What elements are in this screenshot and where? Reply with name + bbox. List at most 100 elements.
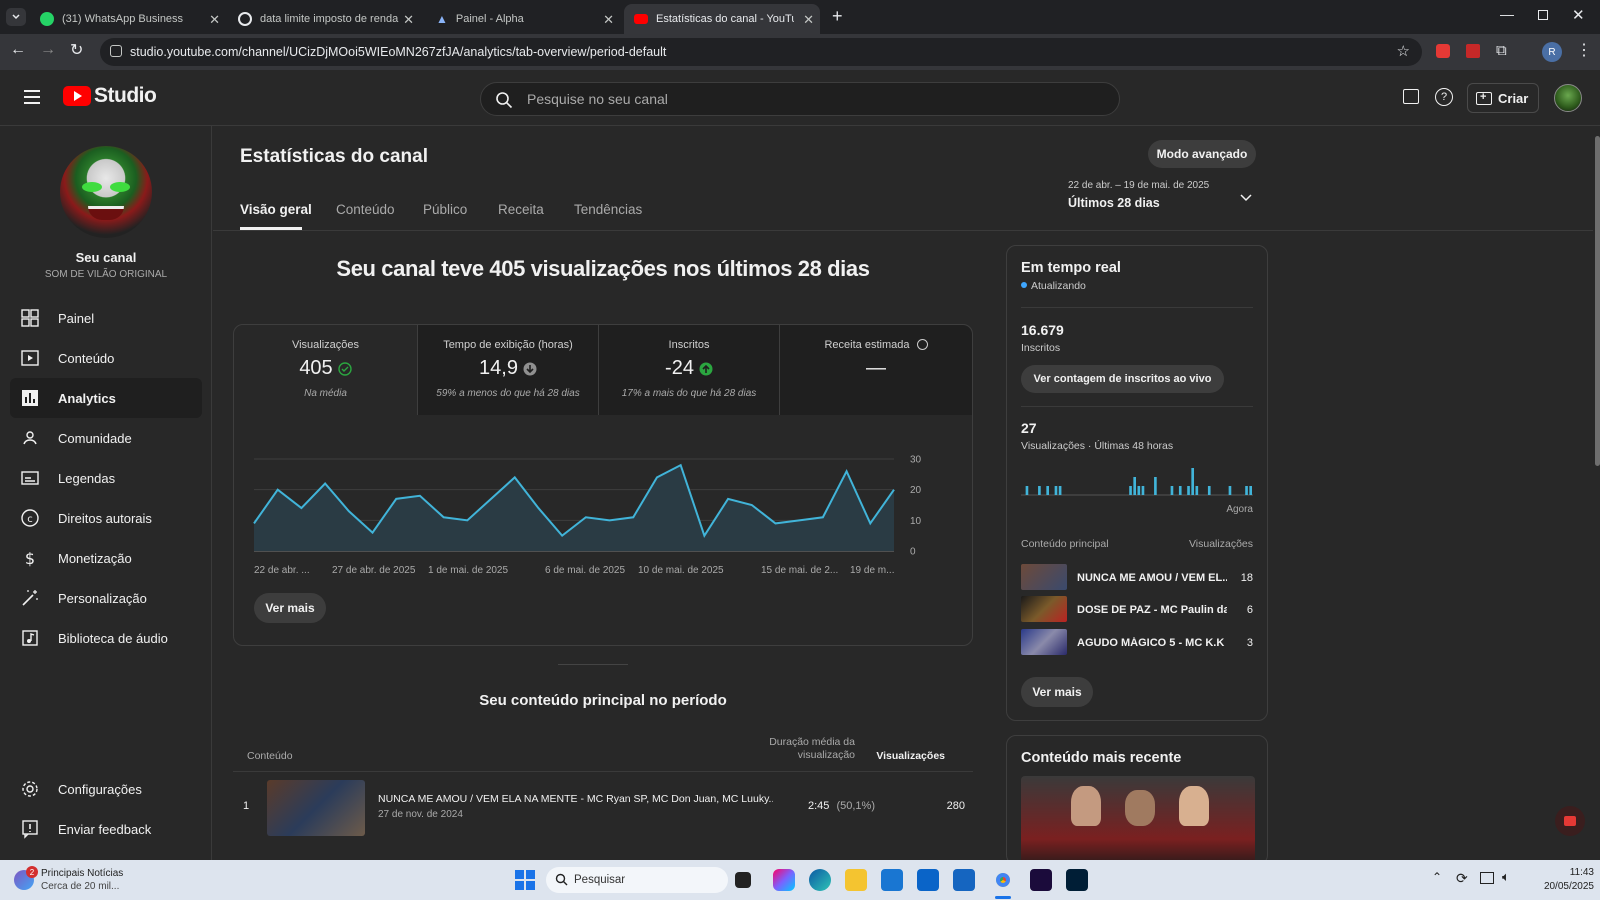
advanced-mode-button[interactable]: Modo avançado: [1148, 140, 1256, 168]
sidebar-item-monetizacao[interactable]: $ Monetização: [10, 538, 202, 578]
sidebar-item-biblioteca-de-audio[interactable]: Biblioteca de áudio: [10, 618, 202, 658]
tab-search-icon[interactable]: [6, 8, 26, 26]
help-icon[interactable]: ?: [1435, 88, 1453, 106]
create-label: Criar: [1498, 90, 1529, 106]
tab-tendencias[interactable]: Tendências: [574, 202, 642, 217]
arrow-up-circle-icon: [699, 362, 713, 375]
extension-flag-icon[interactable]: [1466, 44, 1480, 58]
back-icon[interactable]: ←: [10, 41, 26, 59]
notification-fab-icon[interactable]: [1555, 806, 1585, 836]
clock-info-icon[interactable]: [916, 339, 928, 350]
channel-avatar[interactable]: [60, 146, 152, 238]
live-subscriber-count-button[interactable]: Ver contagem de inscritos ao vivo: [1021, 365, 1224, 393]
restore-icon[interactable]: [1538, 10, 1548, 20]
account-avatar[interactable]: [1554, 84, 1582, 112]
studio-logo-text[interactable]: Studio: [94, 84, 157, 108]
minimize-icon[interactable]: —: [1500, 6, 1514, 22]
metric-watch-time[interactable]: Tempo de exibição (horas) 14,9 59% a men…: [417, 325, 598, 415]
browser-tab[interactable]: (31) WhatsApp Business ✕: [30, 4, 226, 34]
close-icon[interactable]: ✕: [603, 12, 614, 28]
see-more-button[interactable]: Ver mais: [254, 593, 326, 623]
browser-tab-active[interactable]: Estatísticas do canal - YouTube ✕: [624, 4, 820, 34]
page-scrollbar[interactable]: [1595, 136, 1600, 466]
sidebar-item-conteudo[interactable]: Conteúdo: [10, 338, 202, 378]
comments-icon[interactable]: [1403, 89, 1419, 104]
tab-conteudo[interactable]: Conteúdo: [336, 202, 395, 217]
sidebar-item-comunidade[interactable]: Comunidade: [10, 418, 202, 458]
chrome-icon[interactable]: [992, 869, 1014, 891]
metric-label: Tempo de exibição (horas): [443, 339, 573, 351]
new-tab-icon[interactable]: +: [832, 6, 843, 27]
app-icon[interactable]: [953, 869, 975, 891]
sidebar-item-legendas[interactable]: Legendas: [10, 458, 202, 498]
table-header-views[interactable]: Visualizações: [863, 750, 945, 762]
sync-icon[interactable]: ⟳: [1456, 870, 1468, 887]
item-views: 18: [1240, 572, 1253, 584]
create-button[interactable]: + Criar: [1467, 83, 1539, 113]
row-title[interactable]: NUNCA ME AMOU / VEM ELA NA MENTE - MC Ry…: [378, 793, 773, 805]
reload-icon[interactable]: ↻: [70, 40, 83, 60]
store-icon[interactable]: [881, 869, 903, 891]
menu-icon[interactable]: [24, 90, 40, 104]
sidebar-item-personalizacao[interactable]: Personalização: [10, 578, 202, 618]
realtime-see-more-button[interactable]: Ver mais: [1021, 677, 1093, 707]
views-chart[interactable]: 30 20 10 0 22 de abr. ... 27 de abr. de 2025 1…: [234, 425, 972, 585]
video-thumbnail: [1021, 629, 1067, 655]
sidebar-item-configuracoes[interactable]: Configurações: [10, 769, 202, 809]
browser-menu-icon[interactable]: ⋮: [1576, 40, 1592, 60]
youtube-logo-icon[interactable]: [63, 86, 91, 106]
realtime-bar-chart[interactable]: [1021, 462, 1253, 496]
date-range-selector[interactable]: 22 de abr. – 19 de mai. de 2025 Últimos …: [1068, 180, 1258, 214]
sidebar-item-direitos-autorais[interactable]: c Direitos autorais: [10, 498, 202, 538]
realtime-content-item[interactable]: NUNCA ME AMOU / VEM EL... 18: [1021, 564, 1253, 592]
tab-receita[interactable]: Receita: [498, 202, 544, 217]
realtime-content-item[interactable]: AGUDO MÁGICO 5 - MC K.K 3: [1021, 629, 1253, 657]
recent-video-thumbnail[interactable]: [1021, 776, 1255, 864]
tray-chevron-icon[interactable]: ⌃: [1432, 870, 1442, 884]
metric-subscribers[interactable]: Inscritos -24 17% a mais do que há 28 di…: [598, 325, 779, 415]
table-header-duration[interactable]: Duração média da visualização: [758, 736, 855, 762]
edge-icon[interactable]: [809, 869, 831, 891]
windows-start-icon[interactable]: [515, 870, 535, 890]
volume-icon[interactable]: 🔈︎: [1502, 869, 1510, 885]
photoshop-icon[interactable]: [1066, 869, 1088, 891]
site-info-icon[interactable]: [110, 45, 122, 57]
sidebar-item-painel[interactable]: Painel: [10, 298, 202, 338]
taskbar-search[interactable]: Pesquisar: [546, 867, 728, 893]
table-row[interactable]: 1 NUNCA ME AMOU / VEM ELA NA MENTE - MC …: [233, 776, 973, 840]
file-explorer-icon[interactable]: [845, 869, 867, 891]
realtime-content-item[interactable]: DOSE DE PAZ - MC Paulin da ... 6: [1021, 596, 1253, 624]
metric-value: 405: [299, 357, 333, 379]
clock-date[interactable]: 20/05/2025: [1526, 881, 1594, 892]
extension-red-icon[interactable]: [1436, 44, 1450, 58]
network-icon[interactable]: [1480, 872, 1494, 884]
browser-tab[interactable]: ▲ Painel - Alpha ✕: [426, 4, 620, 34]
close-icon[interactable]: ✕: [209, 12, 220, 28]
forward-icon[interactable]: →: [40, 41, 56, 59]
browser-tab[interactable]: data limite imposto de renda 2025 ✕: [228, 4, 420, 34]
search-input[interactable]: Pesquise no seu canal: [480, 82, 1120, 116]
close-icon[interactable]: ✕: [803, 12, 814, 28]
task-view-icon[interactable]: [735, 872, 751, 888]
tab-publico[interactable]: Público: [423, 202, 467, 217]
close-icon[interactable]: ✕: [403, 12, 414, 28]
metric-views[interactable]: Visualizações 405 Na média: [234, 325, 417, 415]
item-title: NUNCA ME AMOU / VEM EL...: [1077, 572, 1227, 584]
metric-revenue[interactable]: Receita estimada —: [779, 325, 972, 415]
profile-avatar[interactable]: R: [1542, 42, 1562, 62]
tab-visao-geral[interactable]: Visão geral: [240, 202, 312, 217]
clock-time[interactable]: 11:43: [1538, 867, 1594, 878]
address-bar[interactable]: studio.youtube.com/channel/UCizDjMOoi5WI…: [100, 38, 1422, 66]
close-window-icon[interactable]: ✕: [1572, 6, 1585, 24]
arrow-down-circle-icon: [523, 362, 537, 375]
news-widget[interactable]: 2 Principais Notícias Cerca de 20 mil...: [14, 866, 174, 894]
bookmark-star-icon[interactable]: ☆: [1397, 42, 1410, 60]
video-thumbnail[interactable]: [267, 780, 365, 836]
sidebar-item-enviar-feedback[interactable]: Enviar feedback: [10, 809, 202, 849]
extensions-puzzle-icon[interactable]: ⧉: [1496, 42, 1507, 59]
sidebar-item-analytics[interactable]: Analytics: [10, 378, 202, 418]
item-views: 3: [1246, 637, 1253, 649]
outlook-icon[interactable]: [917, 869, 939, 891]
premiere-icon[interactable]: [1030, 869, 1052, 891]
copilot-icon[interactable]: [773, 869, 795, 891]
